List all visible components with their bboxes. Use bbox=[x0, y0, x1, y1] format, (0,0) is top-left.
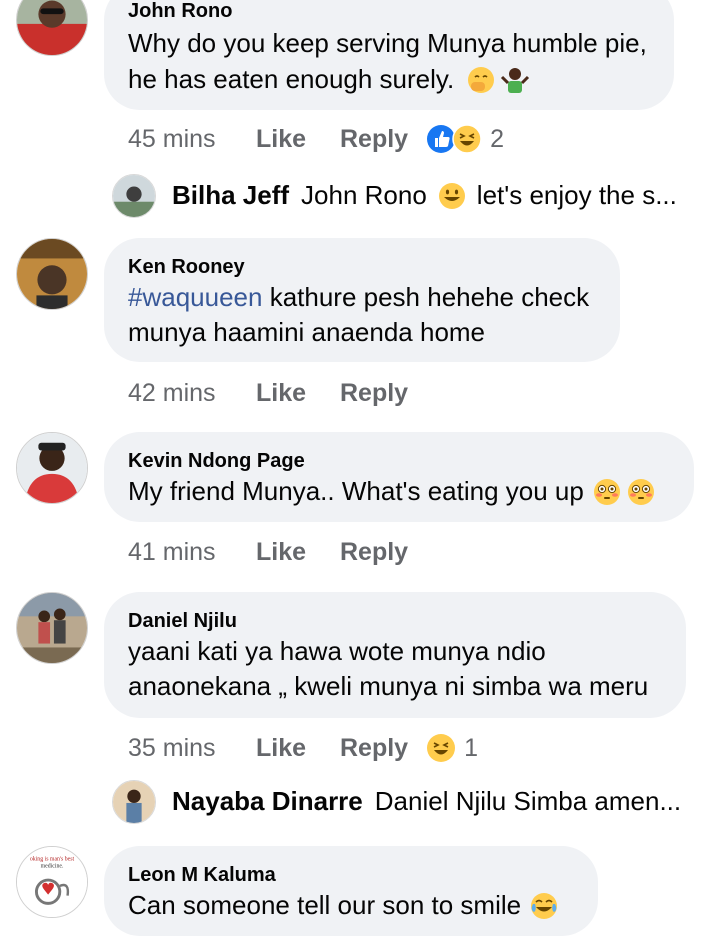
like-button[interactable]: Like bbox=[256, 734, 340, 763]
reply-preview[interactable]: Nayaba Dinarre Daniel Njilu Simba amen..… bbox=[0, 780, 720, 828]
grinning-face-emoji bbox=[438, 182, 465, 209]
comment-line-1: Can someone tell our son to smile bbox=[128, 888, 559, 923]
reply-avatar[interactable] bbox=[112, 780, 156, 824]
avatar-photo bbox=[17, 433, 87, 503]
avatar-photo bbox=[17, 239, 87, 309]
flushed-face-emoji bbox=[627, 478, 654, 505]
like-button[interactable]: Like bbox=[256, 379, 340, 408]
comment-line-2: anaonekana „ kweli munya ni simba wa mer… bbox=[128, 671, 649, 701]
commenter-name[interactable]: John Rono bbox=[128, 0, 232, 23]
reply-author[interactable]: Bilha Jeff bbox=[172, 180, 289, 211]
reply-button[interactable]: Reply bbox=[340, 734, 408, 763]
comment-bubble[interactable]: John Rono Why do you keep serving Munya … bbox=[104, 0, 674, 110]
reply-author[interactable]: Nayaba Dinarre bbox=[172, 786, 363, 817]
comment-line-2: he has eaten enough surely. bbox=[128, 62, 530, 97]
reaction-summary[interactable]: 2 bbox=[426, 124, 504, 154]
comment-line-1: My friend Munya.. What's eating you up bbox=[128, 474, 656, 509]
comment-line-2-text: he has eaten enough surely. bbox=[128, 64, 455, 94]
reply-mention: John Rono bbox=[301, 180, 427, 210]
hand-over-mouth-emoji bbox=[468, 66, 495, 93]
commenter-name[interactable]: Leon M Kaluma bbox=[128, 864, 276, 887]
timestamp[interactable]: 45 mins bbox=[128, 125, 256, 154]
flushed-face-emoji bbox=[593, 478, 620, 505]
reply-preview-line: Nayaba Dinarre Daniel Njilu Simba amen..… bbox=[172, 786, 681, 817]
hashtag-link[interactable]: #waquueen bbox=[128, 282, 262, 312]
comment-meta: 35 mins Like Reply 1 bbox=[128, 730, 478, 766]
reply-preview-line: Bilha Jeff John Rono let's enjoy the s..… bbox=[172, 180, 677, 211]
comment-meta: 45 mins Like Reply 2 bbox=[128, 121, 504, 157]
reply-avatar-photo bbox=[113, 175, 155, 217]
reply-preview[interactable]: Bilha Jeff John Rono let's enjoy the s..… bbox=[0, 174, 720, 222]
comment-line-1: Why do you keep serving Munya humble pie… bbox=[128, 28, 647, 58]
haha-reaction-icon bbox=[452, 124, 482, 154]
avatar[interactable] bbox=[16, 0, 88, 56]
person-shrugging-emoji bbox=[501, 67, 530, 93]
avatar[interactable] bbox=[16, 238, 88, 310]
reply-button[interactable]: Reply bbox=[340, 125, 408, 154]
comment-bubble[interactable]: Kevin Ndong Page My friend Munya.. What'… bbox=[104, 432, 694, 522]
avatar[interactable] bbox=[16, 592, 88, 664]
avatar-photo: oking is man's best medicine. bbox=[17, 847, 87, 917]
reaction-count: 2 bbox=[490, 124, 504, 153]
reply-avatar[interactable] bbox=[112, 174, 156, 218]
comment-line-1-text: Can someone tell our son to smile bbox=[128, 890, 522, 920]
avatar-text-line-1: oking is man's best bbox=[30, 857, 75, 863]
like-button[interactable]: Like bbox=[256, 125, 340, 154]
reply-text: let's enjoy the s... bbox=[476, 180, 677, 210]
avatar-text-line-2: medicine. bbox=[41, 863, 64, 869]
comment-line-1: yaani kati ya hawa wote munya ndio bbox=[128, 636, 546, 666]
reaction-summary[interactable]: 1 bbox=[426, 733, 478, 763]
avatar-photo bbox=[17, 593, 87, 663]
comment-line-1-text: kathure pesh hehehe check bbox=[262, 282, 590, 312]
avatar[interactable] bbox=[16, 432, 88, 504]
timestamp[interactable]: 42 mins bbox=[128, 379, 256, 408]
comment-bubble[interactable]: Daniel Njilu yaani kati ya hawa wote mun… bbox=[104, 592, 686, 718]
tears-of-joy-emoji bbox=[531, 892, 558, 919]
haha-reaction-icon bbox=[427, 734, 456, 762]
comment-line-1: #waquueen kathure pesh hehehe check bbox=[128, 280, 589, 315]
commenter-name[interactable]: Kevin Ndong Page bbox=[128, 450, 305, 473]
reply-button[interactable]: Reply bbox=[340, 538, 408, 567]
comment-meta: 41 mins Like Reply bbox=[128, 534, 408, 570]
comment-bubble[interactable]: Leon M Kaluma Can someone tell our son t… bbox=[104, 846, 598, 936]
timestamp[interactable]: 41 mins bbox=[128, 538, 256, 567]
comment-line-2: munya haamini anaenda home bbox=[128, 317, 486, 347]
timestamp[interactable]: 35 mins bbox=[128, 734, 256, 763]
avatar[interactable]: oking is man's best medicine. bbox=[16, 846, 88, 918]
like-button[interactable]: Like bbox=[256, 538, 340, 567]
commenter-name[interactable]: Ken Rooney bbox=[128, 256, 245, 279]
reply-button[interactable]: Reply bbox=[340, 379, 408, 408]
comment-line-1-text: My friend Munya.. What's eating you up bbox=[128, 476, 584, 506]
comment-bubble[interactable]: Ken Rooney #waquueen kathure pesh hehehe… bbox=[104, 238, 620, 362]
commenter-name[interactable]: Daniel Njilu bbox=[128, 610, 237, 633]
reaction-count: 1 bbox=[464, 733, 478, 762]
reply-avatar-photo bbox=[113, 781, 155, 823]
avatar-photo bbox=[17, 0, 87, 55]
comment-meta: 42 mins Like Reply bbox=[128, 375, 408, 411]
reply-text: Daniel Njilu Simba amen... bbox=[374, 786, 682, 816]
